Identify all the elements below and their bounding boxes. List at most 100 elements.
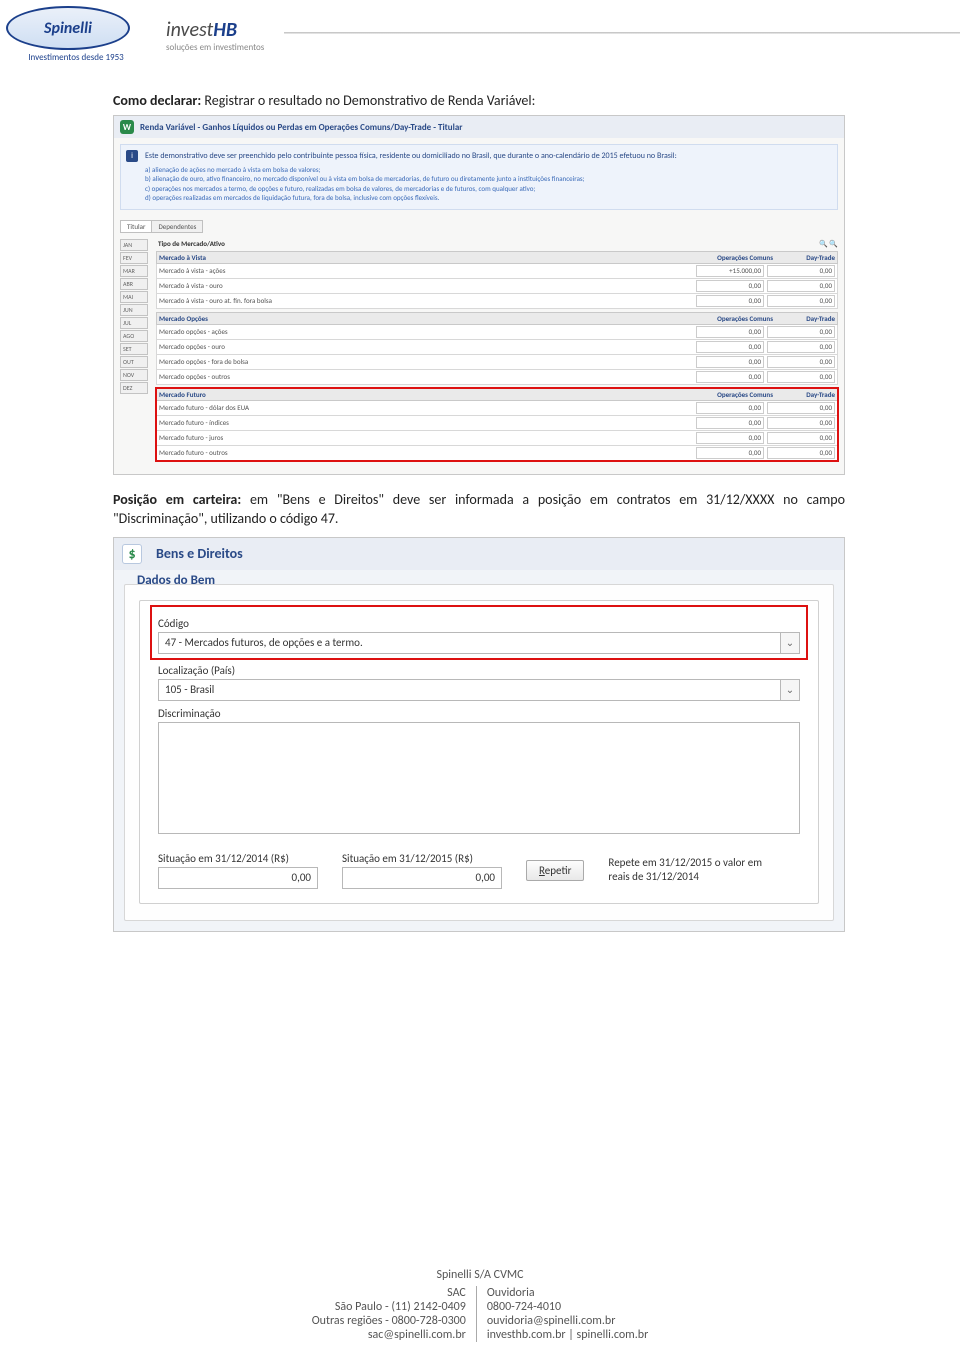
label-discriminacao: Discriminação — [158, 707, 800, 720]
label-codigo: Código — [158, 617, 800, 630]
col-op-comuns: Operações Comuns — [711, 390, 773, 399]
footer-sac-phone2: Outras regiões - 0800-728-0300 — [312, 1314, 466, 1328]
month-ago[interactable]: AGO — [120, 330, 148, 342]
textarea-discriminacao[interactable] — [158, 722, 800, 834]
label-situacao-2014: Situação em 31/12/2014 (R$) — [158, 852, 318, 865]
chart-icon: W — [120, 120, 134, 134]
cell-op[interactable]: 0,00 — [696, 295, 764, 307]
cell-op[interactable]: +15.000,00 — [696, 265, 764, 277]
paragraph-posicao: Posição em carteira: em "Bens e Direitos… — [113, 491, 845, 529]
repetir-button[interactable]: Repetir — [526, 860, 584, 881]
tab-titular[interactable]: Titular — [120, 220, 152, 233]
cell-dt[interactable]: 0,00 — [767, 326, 835, 338]
group-mercado-opcoes: Mercado Opções Operações Comuns Day-Trad… — [156, 312, 838, 385]
repetir-description: Repete em 31/12/2015 o valor em reais de… — [608, 856, 778, 884]
month-jun[interactable]: JUN — [120, 304, 148, 316]
cell-dt[interactable]: 0,00 — [767, 371, 835, 383]
cell-dt[interactable]: 0,00 — [767, 265, 835, 277]
info-line-c: c) operações nos mercados a termo, de op… — [145, 184, 831, 193]
row-label: Mercado futuro - juros — [159, 433, 693, 442]
month-jul[interactable]: JUL — [120, 317, 148, 329]
cell-op[interactable]: 0,00 — [696, 432, 764, 444]
logo-investhb-tagline: soluções em investimentos — [166, 42, 264, 53]
row-label: Mercado à vista - ouro — [159, 281, 693, 290]
tab-dependentes[interactable]: Dependentes — [152, 220, 203, 233]
month-abr[interactable]: ABR — [120, 278, 148, 290]
col-op-comuns: Operações Comuns — [711, 253, 773, 262]
label-situacao-2015: Situação em 31/12/2015 (R$) — [342, 852, 502, 865]
col-daytrade: Day-Trade — [773, 253, 835, 262]
info-line-d: d) operações realizadas em mercados de l… — [145, 193, 831, 202]
cell-op[interactable]: 0,00 — [696, 402, 764, 414]
panel1-title: Renda Variável - Ganhos Líquidos ou Perd… — [140, 122, 463, 133]
footer-sites: investhb.com.br | spinelli.com.br — [487, 1328, 648, 1342]
chevron-down-icon: ⌄ — [780, 633, 799, 653]
footer-ouvidoria-email: ouvidoria@spinelli.com.br — [487, 1314, 648, 1328]
month-mar[interactable]: MAR — [120, 265, 148, 277]
header-divider — [284, 32, 960, 34]
cell-op[interactable]: 0,00 — [696, 417, 764, 429]
cell-dt[interactable]: 0,00 — [767, 341, 835, 353]
info-line-a: a) alienação de ações no mercado à vista… — [145, 165, 831, 174]
month-list[interactable]: JAN FEV MAR ABR MAI JUN JUL AGO SET OUT … — [120, 239, 148, 464]
row-label: Mercado à vista - ações — [159, 266, 693, 275]
screenshot-bens-direitos: $ Bens e Direitos Dados do Bem Código 47… — [113, 537, 845, 932]
info-line-b: b) alienação de ouro, ativo financeiro, … — [145, 174, 831, 183]
cell-op[interactable]: 0,00 — [696, 341, 764, 353]
fieldset-title: Tipo de Mercado/Ativo — [158, 239, 225, 248]
input-situacao-2015[interactable]: 0,00 — [342, 867, 502, 889]
row-label: Mercado opções - ouro — [159, 342, 693, 351]
info-icon: i — [126, 150, 138, 162]
group-mercado-a-vista: Mercado à Vista Operações Comuns Day-Tra… — [156, 251, 838, 309]
cell-op[interactable]: 0,00 — [696, 447, 764, 459]
logo-spinelli-tagline: Investimentos desde 1953 — [6, 52, 146, 63]
cell-op[interactable]: 0,00 — [696, 326, 764, 338]
group-mercado-futuro-highlight: Mercado Futuro Operações Comuns Day-Trad… — [156, 388, 838, 461]
month-dez[interactable]: DEZ — [120, 382, 148, 394]
month-fev[interactable]: FEV — [120, 252, 148, 264]
label-localizacao: Localização (País) — [158, 664, 800, 677]
cell-dt[interactable]: 0,00 — [767, 432, 835, 444]
col-op-comuns: Operações Comuns — [711, 314, 773, 323]
footer-sac-email: sac@spinelli.com.br — [312, 1328, 466, 1342]
panel2-title: Bens e Direitos — [156, 545, 243, 562]
row-label: Mercado opções - outros — [159, 372, 693, 381]
info-main: Este demonstrativo deve ser preenchido p… — [145, 151, 831, 161]
footer-sac-label: SAC — [312, 1286, 466, 1300]
select-localizacao[interactable]: 105 - Brasil ⌄ — [158, 679, 800, 701]
footer-ouvidoria-label: Ouvidoria — [487, 1286, 648, 1300]
footer-company: Spinelli S/A CVMC — [436, 1268, 523, 1282]
section-dados-do-bem: Dados do Bem — [137, 573, 819, 588]
row-label: Mercado futuro - índices — [159, 418, 693, 427]
month-out[interactable]: OUT — [120, 356, 148, 368]
cell-dt[interactable]: 0,00 — [767, 447, 835, 459]
row-label: Mercado à vista - ouro at. fin. fora bol… — [159, 296, 693, 305]
footer-ouvidoria-phone: 0800-724-4010 — [487, 1300, 648, 1314]
month-set[interactable]: SET — [120, 343, 148, 355]
select-codigo[interactable]: 47 - Mercados futuros, de opções e a ter… — [158, 632, 800, 654]
logo-spinelli-text: Spinelli — [6, 6, 130, 50]
select-codigo-value: 47 - Mercados futuros, de opções e a ter… — [159, 636, 780, 649]
month-jan[interactable]: JAN — [120, 239, 148, 251]
logo-spinelli: Spinelli Investimentos desde 1953 — [6, 6, 146, 66]
screenshot-renda-variavel: W Renda Variável - Ganhos Líquidos ou Pe… — [113, 115, 845, 475]
month-nov[interactable]: NOV — [120, 369, 148, 381]
cell-dt[interactable]: 0,00 — [767, 402, 835, 414]
cell-op[interactable]: 0,00 — [696, 371, 764, 383]
footer-sac-phone1: São Paulo - (11) 2142-0409 — [312, 1300, 466, 1314]
group-title: Mercado à Vista — [159, 253, 711, 262]
input-situacao-2014[interactable]: 0,00 — [158, 867, 318, 889]
cell-dt[interactable]: 0,00 — [767, 295, 835, 307]
tabs[interactable]: Titular Dependentes — [120, 220, 203, 233]
row-label: Mercado futuro - dólar dos EUA — [159, 403, 693, 412]
month-mai[interactable]: MAI — [120, 291, 148, 303]
cell-dt[interactable]: 0,00 — [767, 280, 835, 292]
money-icon: $ — [122, 544, 142, 564]
chevron-down-icon: ⌄ — [780, 680, 799, 700]
group-title: Mercado Opções — [159, 314, 711, 323]
cell-dt[interactable]: 0,00 — [767, 356, 835, 368]
cell-dt[interactable]: 0,00 — [767, 417, 835, 429]
row-label: Mercado opções - ações — [159, 327, 693, 336]
cell-op[interactable]: 0,00 — [696, 280, 764, 292]
cell-op[interactable]: 0,00 — [696, 356, 764, 368]
